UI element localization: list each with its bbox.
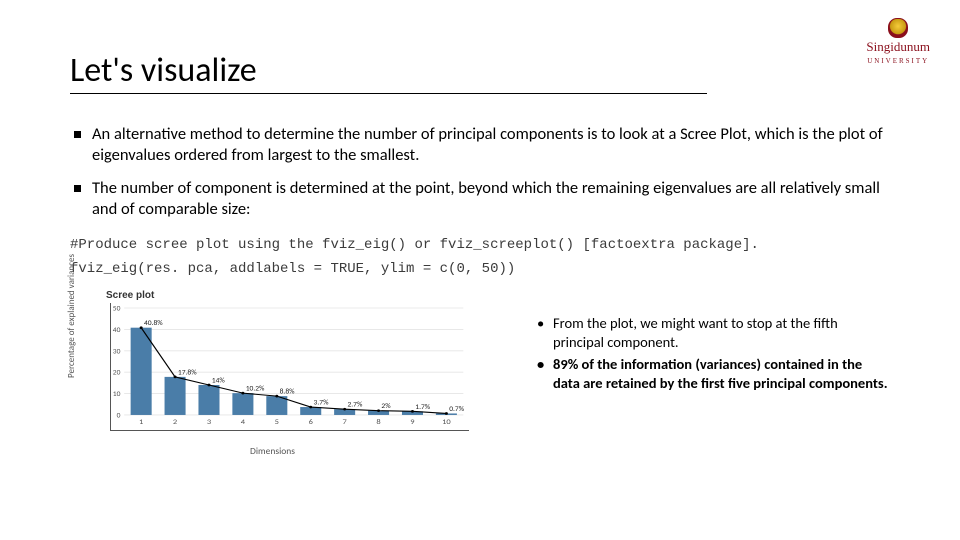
bullet-list: An alternative method to determine the n… xyxy=(70,124,890,220)
svg-text:3: 3 xyxy=(207,418,211,427)
svg-text:10.2%: 10.2% xyxy=(246,384,265,392)
bullet-item: The number of component is determined at… xyxy=(70,178,890,220)
svg-text:4: 4 xyxy=(241,418,245,427)
scree-plot: Scree plot Percentage of explained varia… xyxy=(70,288,475,453)
svg-text:14%: 14% xyxy=(212,376,225,384)
notes-text: 89% of the information (variances) conta… xyxy=(553,355,888,392)
slide: Singidunum UNIVERSITY Let's visualize An… xyxy=(0,0,960,540)
chart-svg: 0 10 20 30 40 50 40.8% 17.8% 14% 10.2% 8.8% 3.7% 2.7… xyxy=(111,303,469,430)
svg-text:40: 40 xyxy=(113,325,121,333)
bullet-item: An alternative method to determine the n… xyxy=(70,124,890,166)
logo-sub: UNIVERSITY xyxy=(866,54,930,68)
svg-text:1.7%: 1.7% xyxy=(415,402,430,410)
notes-text: From the plot, we might want to stop at … xyxy=(553,314,838,351)
chart-body: Percentage of explained variances 010203… xyxy=(70,303,475,453)
svg-text:30: 30 xyxy=(113,347,121,355)
code-line: #Produce scree plot using the fviz_eig()… xyxy=(70,234,890,258)
svg-text:0: 0 xyxy=(117,411,121,419)
svg-text:2.7%: 2.7% xyxy=(347,400,362,408)
university-logo: Singidunum UNIVERSITY xyxy=(866,18,930,68)
notes-item: 89% of the information (variances) conta… xyxy=(535,355,890,392)
svg-text:17.8%: 17.8% xyxy=(178,368,197,376)
svg-text:5: 5 xyxy=(275,418,279,427)
chart-plot-area: 0 10 20 30 40 50 40.8% 17.8% 14% 10.2% 8.8% 3.7% 2.7… xyxy=(110,303,469,431)
svg-text:8.8%: 8.8% xyxy=(280,387,295,395)
slide-title: Let's visualize xyxy=(70,50,707,94)
svg-text:20: 20 xyxy=(113,368,121,376)
chart-ylabel: Percentage of explained variances xyxy=(66,254,77,378)
svg-text:0.7%: 0.7% xyxy=(449,404,464,412)
lower-row: Scree plot Percentage of explained varia… xyxy=(70,288,890,453)
svg-text:3.7%: 3.7% xyxy=(314,398,329,406)
chart-xlabel: Dimensions xyxy=(70,445,475,457)
svg-text:2%: 2% xyxy=(381,402,390,410)
svg-text:50: 50 xyxy=(113,304,121,312)
chart-title: Scree plot xyxy=(106,290,475,301)
logo-mark xyxy=(888,18,908,38)
logo-name: Singidunum xyxy=(866,39,930,54)
svg-text:7: 7 xyxy=(342,418,346,427)
svg-text:10: 10 xyxy=(442,418,451,427)
notes-item: From the plot, we might want to stop at … xyxy=(535,314,890,351)
svg-text:8: 8 xyxy=(376,418,380,427)
notes: From the plot, we might want to stop at … xyxy=(475,288,890,396)
svg-text:2: 2 xyxy=(173,418,177,427)
svg-text:6: 6 xyxy=(309,418,313,427)
svg-text:10: 10 xyxy=(113,390,121,398)
svg-text:40.8%: 40.8% xyxy=(144,319,163,327)
code-block: #Produce scree plot using the fviz_eig()… xyxy=(70,234,890,282)
code-line: fviz_eig(res. pca, addlabels = TRUE, yli… xyxy=(70,258,890,282)
svg-text:9: 9 xyxy=(410,418,414,427)
svg-text:1: 1 xyxy=(139,418,143,427)
notes-list: From the plot, we might want to stop at … xyxy=(535,314,890,392)
